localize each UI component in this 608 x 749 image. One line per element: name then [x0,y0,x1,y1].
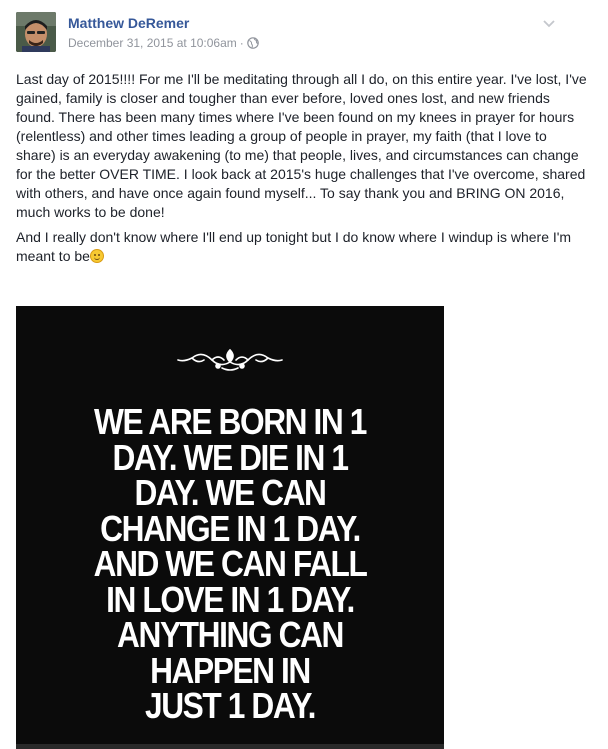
author-name[interactable]: Matthew DeRemer [68,15,189,31]
quote-line: IN LOVE IN 1 DAY. [106,578,355,620]
avatar-photo [16,12,56,52]
timestamp-link[interactable]: December 31, 2015 at 10:06am [68,36,237,50]
quote-line: DAY. WE CAN [134,472,326,513]
quote-line: DAY. WE DIE IN 1 [112,436,349,478]
smiling-face-emoji-icon [89,249,104,263]
quote-line: HAPPEN IN [150,649,311,691]
post-header: Matthew DeRemer December 31, 2015 at 10:… [16,12,592,62]
quote-line: AND WE CAN FALL [93,543,368,584]
quote-line: JUST 1 DAY. [144,685,316,726]
post-meta: December 31, 2015 at 10:06am · [68,36,259,52]
post-image[interactable]: WE ARE BORN IN 1 DAY. WE DIE IN 1 DAY. W… [16,306,444,749]
post-paragraph-2: And I really don't know where I'll end u… [16,228,590,266]
quote-line: CHANGE IN 1 DAY. [100,507,361,549]
flourish-ornament-icon [177,348,283,371]
image-bottom-edge [16,744,444,749]
quote-line: WE ARE BORN IN 1 [93,401,367,442]
quote-text: WE ARE BORN IN 1 DAY. WE DIE IN 1 DAY. W… [42,404,419,724]
post-body: Last day of 2015!!!! For me I'll be medi… [16,70,590,272]
meta-separator: · [239,36,244,50]
quote-line: ANYTHING CAN [117,614,344,655]
chevron-down-icon[interactable] [542,16,556,28]
post-paragraph-1: Last day of 2015!!!! For me I'll be medi… [16,71,587,220]
avatar[interactable] [16,12,56,52]
globe-icon[interactable] [246,37,259,52]
